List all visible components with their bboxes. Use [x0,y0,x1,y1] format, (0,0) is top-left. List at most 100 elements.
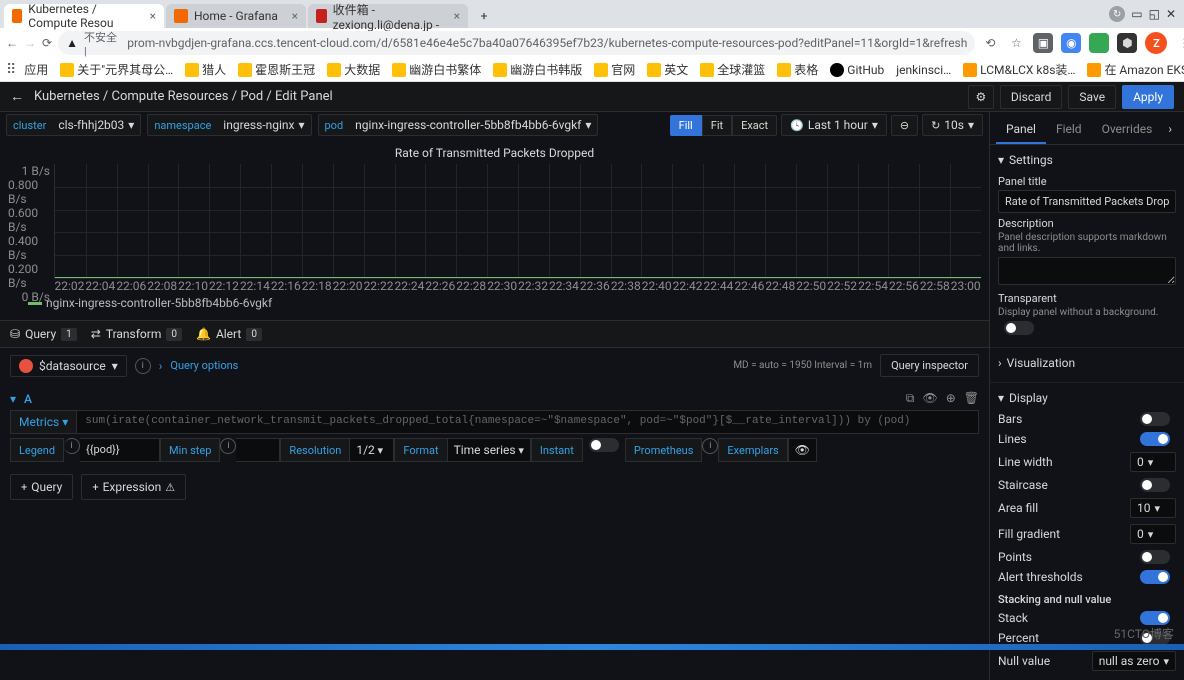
section-header[interactable]: ▾Display [998,387,1176,409]
new-tab-button[interactable]: + [470,4,498,28]
nullvalue-select[interactable]: null as zero ▾ [1092,651,1176,671]
save-button[interactable]: Save [1068,85,1116,109]
info-icon[interactable]: i [702,438,718,454]
apply-button[interactable]: Apply [1122,85,1174,109]
maximize-icon[interactable]: ◱ [1149,7,1160,21]
transparent-toggle[interactable] [1004,321,1034,335]
chart-legend[interactable]: nginx-ingress-controller-5bb8fb4bb6-6vgk… [8,293,981,316]
extension-icon[interactable]: ▣ [1033,33,1053,53]
variable-pod[interactable]: pod nginx-ingress-controller-5bb8fb4bb6-… [318,114,599,136]
menu-icon[interactable]: ⋮ [1175,34,1184,52]
apps-icon[interactable]: ⠿ [6,61,16,79]
alertthresholds-toggle[interactable] [1140,570,1170,584]
bookmark-item[interactable]: 在 Amazon EKS 上… [1083,59,1184,80]
eye-icon[interactable]: 👁 [788,438,817,462]
eye-icon[interactable]: 👁 [922,391,937,406]
instant-toggle[interactable] [589,438,619,452]
bookmark-item[interactable]: 全球灌篮 [696,59,769,80]
query-options-toggle[interactable]: Query options [170,359,238,372]
duplicate-icon[interactable]: ⊕ [946,391,956,406]
zoom-out-button[interactable]: ⊖ [891,115,918,136]
update-icon[interactable]: ↻ [1109,6,1125,22]
bookmark-item[interactable]: 官网 [590,59,639,80]
collapse-icon[interactable]: ▾ [10,392,16,406]
browser-tab-active[interactable]: Kubernetes / Compute Resou × [4,4,164,28]
datasource-select[interactable]: $datasource ▾ [10,355,127,377]
tab-field[interactable]: Field [1046,116,1092,144]
fillgradient-select[interactable]: 0 ▾ [1130,524,1176,544]
bookmark-item[interactable]: 猎人 [181,59,230,80]
extension-icon[interactable]: ⬢ [1117,33,1137,53]
browser-tab[interactable]: 收件箱 - zexiong.li@dena.jp - × [308,4,468,28]
bookmark-item[interactable]: GitHub [826,61,888,79]
section-header[interactable]: ▾Settings [998,149,1176,171]
variable-cluster[interactable]: cluster cls-fhhj2b03▾ [6,114,141,136]
bookmark-item[interactable]: 英文 [643,59,692,80]
discard-button[interactable]: Discard [1000,85,1063,109]
add-query-button[interactable]: + Query [10,474,73,500]
tab-panel[interactable]: Panel [996,116,1046,144]
description-input[interactable] [998,257,1176,285]
refresh-button[interactable]: ↻ 10s ▾ [922,114,983,136]
info-icon[interactable]: i [220,438,236,454]
browser-tab[interactable]: Home - Grafana × [166,4,306,28]
close-icon[interactable]: × [292,9,298,23]
back-icon[interactable]: ← [6,33,18,53]
trash-icon[interactable]: 🗑 [964,391,979,406]
copy-icon[interactable]: ⧉ [906,391,915,406]
fit-button[interactable]: Fit [702,115,732,136]
staircase-toggle[interactable] [1140,478,1170,492]
bookmark-item[interactable]: 表格 [773,59,822,80]
bookmark-item[interactable]: 幽游白书韩版 [489,59,586,80]
areafill-select[interactable]: 10 ▾ [1130,498,1176,518]
fill-button[interactable]: Fill [670,115,702,136]
profile-avatar[interactable]: Z [1145,32,1167,54]
legend-input[interactable]: {{pod}} [80,438,160,462]
add-expression-button[interactable]: + Expression ⚠ [81,474,186,500]
lines-toggle[interactable] [1140,432,1170,446]
points-toggle[interactable] [1140,550,1170,564]
url-input[interactable]: ▲ 不安全 | prom-nvbgdjen-grafana.ccs.tencen… [58,31,975,55]
back-arrow-icon[interactable]: ← [10,88,24,105]
close-icon[interactable]: × [150,9,156,23]
resolution-select[interactable]: 1/2 ▾ [350,438,394,462]
chevron-right-icon[interactable]: › [159,359,163,373]
bookmark-item[interactable]: 应用 [20,59,52,80]
tab-transform[interactable]: ⇄ Transform 0 [91,327,182,341]
stack-toggle[interactable] [1140,611,1170,625]
bars-toggle[interactable] [1140,412,1170,426]
section-header[interactable]: ›Visualization [998,352,1176,374]
minimize-icon[interactable]: ▭ [1131,7,1142,21]
tab-overrides[interactable]: Overrides [1092,116,1163,144]
time-range-picker[interactable]: 🕓 Last 1 hour ▾ [781,114,887,136]
info-icon[interactable]: i [64,438,80,454]
query-inspector-button[interactable]: Query inspector [880,354,979,377]
linewidth-select[interactable]: 0 ▾ [1130,452,1176,472]
format-select[interactable]: Time series ▾ [448,438,531,462]
expand-icon[interactable]: › [1162,116,1178,144]
bookmark-item[interactable]: 霍恩斯王冠 [234,59,319,80]
metrics-input[interactable]: sum(irate(container_network_transmit_pac… [77,410,979,434]
minstep-input[interactable] [236,438,280,462]
bookmark-item[interactable]: 关于"元界其母公… [56,59,177,80]
forward-icon[interactable]: → [24,33,36,53]
bookmark-item[interactable]: jenkinsci… [892,61,955,79]
extension-icon[interactable]: ◉ [1061,33,1081,53]
tab-alert[interactable]: 🔔 Alert 0 [196,327,262,341]
translate-icon[interactable]: ⟲ [981,34,999,52]
star-icon[interactable]: ☆ [1007,34,1025,52]
tab-query[interactable]: ⛁ Query 1 [10,327,77,341]
variable-namespace[interactable]: namespace ingress-nginx▾ [147,114,311,136]
settings-icon[interactable]: ⚙ [968,85,994,109]
extension-icon[interactable] [1089,33,1109,53]
close-window-icon[interactable]: ✕ [1166,7,1176,21]
close-icon[interactable]: × [454,9,460,23]
bookmark-item[interactable]: LCM&LCX k8s装… [959,59,1079,80]
panel-title-input[interactable] [998,190,1176,213]
bookmark-item[interactable]: 幽游白书繁体 [388,59,485,80]
reload-icon[interactable]: ⟳ [42,33,52,53]
exact-button[interactable]: Exact [732,115,777,136]
info-icon[interactable]: i [135,358,151,374]
chart-plot[interactable] [54,164,981,279]
bookmark-item[interactable]: 大数据 [323,59,384,80]
